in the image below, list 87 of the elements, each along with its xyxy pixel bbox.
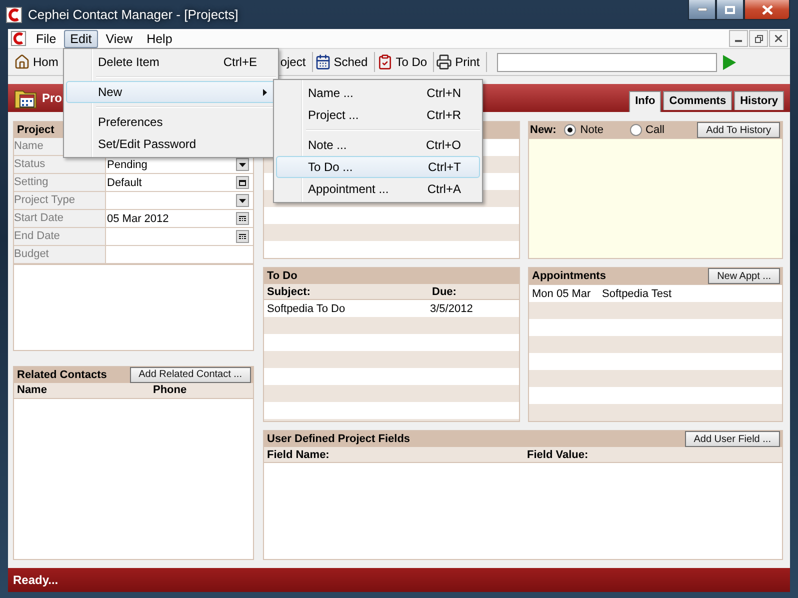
column-header: Phone xyxy=(153,384,188,396)
menu-item[interactable]: Preferences xyxy=(66,111,276,133)
minimize-button[interactable] xyxy=(688,0,716,20)
app-logo-icon xyxy=(6,6,22,22)
field-label: Start Date xyxy=(14,210,106,227)
new-label: New: xyxy=(530,124,556,136)
menu-item[interactable]: Appointment ... Ctrl+A xyxy=(276,178,480,200)
table-cell-text: 3/5/2012 xyxy=(430,302,474,314)
radio-icon[interactable] xyxy=(630,124,642,136)
caret-icon xyxy=(239,198,246,202)
column-header: Field Value: xyxy=(527,448,590,460)
tab[interactable]: Comments xyxy=(663,91,732,110)
table-cell-text: Mon 05 Mar xyxy=(532,288,592,300)
checklist-icon xyxy=(376,54,393,70)
field-label: Setting xyxy=(14,174,106,191)
close-icon xyxy=(762,4,772,14)
window-title: Cephei Contact Manager - [Projects] xyxy=(28,7,238,22)
panel-title: Project xyxy=(17,124,54,136)
add-field-button[interactable]: Add User Field ... xyxy=(684,431,780,447)
menu-item[interactable]: New xyxy=(66,81,276,103)
search-field[interactable] xyxy=(496,52,717,72)
page-title: Pro xyxy=(42,91,62,105)
menu-item[interactable]: To Do ... Ctrl+T xyxy=(276,156,480,178)
column-header: Due: xyxy=(432,286,458,298)
printer-icon xyxy=(436,54,452,70)
dropdown-button[interactable] xyxy=(236,158,249,171)
toolbar-button[interactable]: Hom xyxy=(12,51,64,73)
radio-option[interactable]: Note xyxy=(564,124,604,136)
toolbar-button[interactable]: Print xyxy=(434,51,486,73)
radio-option[interactable]: Call xyxy=(630,124,664,136)
maximize-icon xyxy=(725,6,735,14)
input-field[interactable] xyxy=(106,192,253,209)
minimize-icon xyxy=(698,8,706,11)
field-label: Project Type xyxy=(14,192,106,209)
toolbar-button[interactable]: oject xyxy=(278,51,312,73)
input-field[interactable]: 05 Mar 2012 xyxy=(106,210,253,227)
column-header: Subject: xyxy=(267,286,312,298)
tab[interactable]: History xyxy=(734,91,784,110)
add-history-button[interactable]: Add To History xyxy=(697,122,780,138)
calendar-icon xyxy=(239,234,246,240)
tab[interactable]: Info xyxy=(629,91,662,112)
dropdown-button[interactable] xyxy=(236,194,249,207)
field-label: Status xyxy=(14,156,106,173)
panel-title: Appointments xyxy=(532,270,606,282)
caret-icon xyxy=(239,162,246,166)
add-contact-button[interactable]: Add Related Contact ... xyxy=(130,366,251,383)
field-label: Budget xyxy=(14,246,106,263)
new-appointment-button[interactable]: New Appt ... xyxy=(708,268,780,284)
input-field[interactable] xyxy=(106,228,253,245)
submenu-arrow-icon xyxy=(263,88,267,96)
radio-icon[interactable] xyxy=(564,124,576,136)
window-icon xyxy=(239,180,246,186)
menu-item[interactable]: Name ... Ctrl+N xyxy=(276,82,480,104)
menu-item[interactable]: Note ... Ctrl+O xyxy=(276,134,480,156)
toolbar-button[interactable]: To Do xyxy=(374,51,434,73)
toolbar-button[interactable]: Sched xyxy=(312,51,374,73)
menu-bar-item[interactable]: Help xyxy=(140,30,178,48)
close-icon xyxy=(775,35,782,42)
field-label: End Date xyxy=(14,228,106,245)
panel-title: To Do xyxy=(267,270,298,282)
column-header: Field Name: xyxy=(267,448,330,460)
restore-icon xyxy=(754,34,762,42)
calendar-icon xyxy=(239,216,246,222)
status-text: Ready... xyxy=(13,573,58,587)
menu-bar-item[interactable]: Edit xyxy=(64,30,98,48)
menu-item[interactable]: Delete Item Ctrl+E xyxy=(66,51,276,73)
go-arrow-icon[interactable] xyxy=(722,54,736,70)
panel-title: Related Contacts xyxy=(17,368,107,381)
input-field[interactable]: Default xyxy=(106,174,253,191)
picker-button[interactable] xyxy=(236,176,249,189)
input-field[interactable] xyxy=(106,246,253,263)
calendar-button[interactable] xyxy=(236,230,249,243)
table-cell-text: Softpedia To Do xyxy=(267,302,346,314)
close-button[interactable] xyxy=(744,0,790,20)
minimize-button[interactable] xyxy=(729,30,748,47)
restore-button[interactable] xyxy=(749,30,768,47)
menu-item[interactable]: Project ... Ctrl+R xyxy=(276,104,480,126)
menu-bar-item[interactable]: View xyxy=(100,30,139,48)
calendar-icon xyxy=(314,54,331,70)
menu-bar-item[interactable]: File xyxy=(30,30,62,48)
table-cell-text: Softpedia Test xyxy=(602,288,673,300)
home-icon xyxy=(14,54,30,70)
panel-title: User Defined Project Fields xyxy=(267,433,410,445)
maximize-button[interactable] xyxy=(716,0,744,20)
calendar-button[interactable] xyxy=(236,212,249,225)
close-button[interactable] xyxy=(769,30,788,47)
column-header: Name xyxy=(17,384,48,396)
